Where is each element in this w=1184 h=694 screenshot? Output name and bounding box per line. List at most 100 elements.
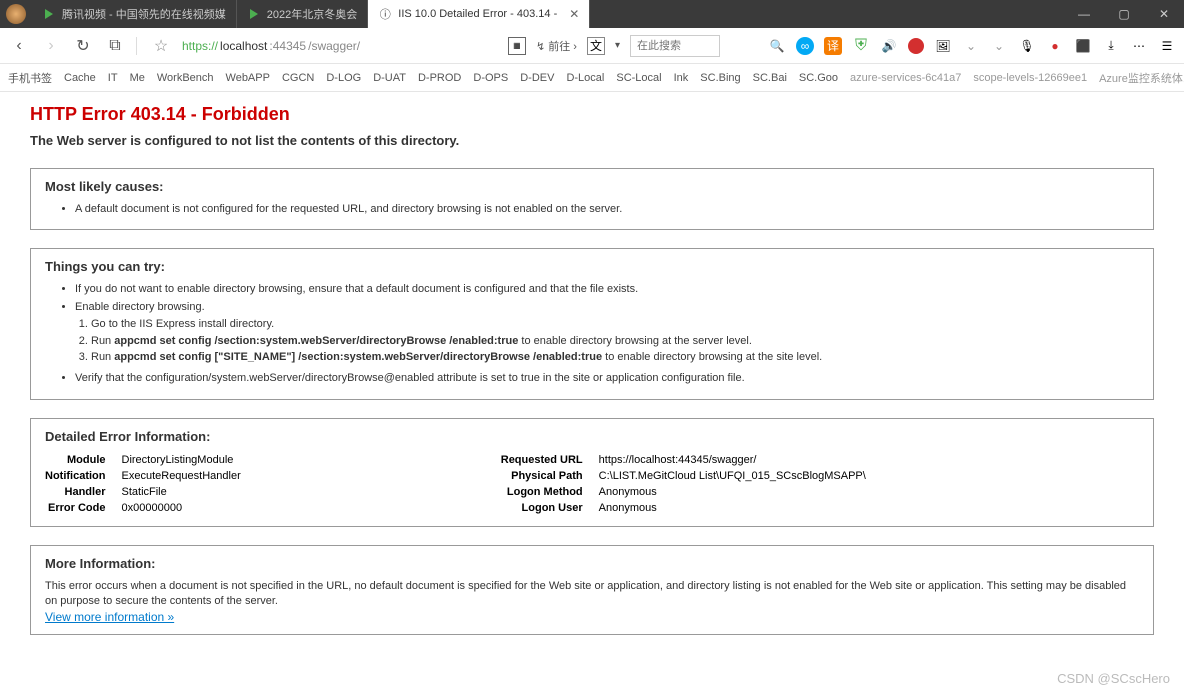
url-port: :44345: [269, 39, 306, 53]
bookmark-item[interactable]: SC-Local: [616, 72, 661, 84]
close-button[interactable]: ✕: [1144, 0, 1184, 28]
app-icon: [6, 4, 26, 24]
bookmark-item[interactable]: IT: [108, 72, 118, 84]
close-icon[interactable]: ✕: [569, 7, 579, 21]
browser-tab-3-active[interactable]: ⓘ IIS 10.0 Detailed Error - 403.14 - ✕: [368, 0, 590, 28]
bookmark-item[interactable]: SC.Bai: [753, 72, 787, 84]
more-info-link[interactable]: View more information »: [45, 610, 174, 624]
detail-label: Handler: [45, 484, 122, 500]
record-icon[interactable]: ●: [1046, 37, 1064, 55]
forward-button[interactable]: ›: [40, 35, 62, 57]
url-field[interactable]: https://localhost:44345/swagger/: [182, 39, 360, 53]
detail-label: Notification: [45, 468, 122, 484]
bookmark-item[interactable]: D-PROD: [418, 72, 461, 84]
bookmarks-bar: 手机书签 Cache IT Me WorkBench WebAPP CGCN D…: [0, 64, 1184, 92]
bookmark-item[interactable]: D-LOG: [326, 72, 361, 84]
detail-label: Physical Path: [501, 468, 599, 484]
browser-tab-2[interactable]: 2022年北京冬奥会: [237, 0, 368, 28]
more-icon[interactable]: ⋯: [1130, 37, 1148, 55]
tab-label: IIS 10.0 Detailed Error - 403.14 -: [398, 8, 557, 20]
try-step: Run appcmd set config ["SITE_NAME"] /sec…: [91, 350, 1139, 365]
infinity-icon[interactable]: ∞: [796, 37, 814, 55]
watermark: CSDN @SCscHero: [1057, 671, 1170, 686]
bookmark-item[interactable]: WorkBench: [157, 72, 214, 84]
red-ext-icon[interactable]: [908, 38, 924, 54]
qr-icon[interactable]: ▦: [508, 37, 526, 55]
bookmark-item[interactable]: SC.Goo: [799, 72, 838, 84]
browser-tab-1[interactable]: 腾讯视频 - 中国领先的在线视频媒: [32, 0, 237, 28]
detail-label: Logon Method: [501, 484, 599, 500]
detail-box: Detailed Error Information: ModuleDirect…: [30, 418, 1154, 527]
try-step: Run appcmd set config /section:system.we…: [91, 334, 1139, 349]
chevron-down-icon[interactable]: ⌄: [962, 37, 980, 55]
detail-label: Requested URL: [501, 452, 599, 468]
bookmark-item[interactable]: D-Local: [566, 72, 604, 84]
page-content: HTTP Error 403.14 - Forbidden The Web se…: [0, 92, 1184, 665]
try-step: Go to the IIS Express install directory.: [91, 317, 1139, 332]
play-icon: [247, 7, 261, 21]
url-host: localhost: [220, 39, 267, 53]
address-bar: ‹ › ↻ ⧉ ☆ https://localhost:44345/swagge…: [0, 28, 1184, 64]
bookmark-item[interactable]: Ink: [674, 72, 689, 84]
bookmark-item[interactable]: D-OPS: [473, 72, 508, 84]
detail-value: Anonymous: [599, 484, 866, 500]
back-button[interactable]: ‹: [8, 35, 30, 57]
bookmark-item[interactable]: WebAPP: [226, 72, 270, 84]
maximize-button[interactable]: ▢: [1104, 0, 1144, 28]
detail-label: Error Code: [45, 500, 122, 516]
more-info-text: This error occurs when a document is not…: [45, 579, 1139, 610]
detail-value: https://localhost:44345/swagger/: [599, 452, 866, 468]
bookmark-item[interactable]: SC.Bing: [700, 72, 740, 84]
detail-value: 0x00000000: [122, 500, 241, 516]
url-path: /swagger/: [308, 39, 360, 53]
try-bullet: Enable directory browsing.: [75, 300, 1139, 315]
causes-box: Most likely causes: A default document i…: [30, 168, 1154, 230]
shield-icon[interactable]: ⛨: [852, 37, 870, 55]
menu-icon[interactable]: ☰: [1158, 37, 1176, 55]
more-info-box: More Information: This error occurs when…: [30, 545, 1154, 635]
download-icon[interactable]: ⤓: [1102, 37, 1120, 55]
try-heading: Things you can try:: [45, 259, 1139, 274]
bookmark-item[interactable]: D-UAT: [373, 72, 406, 84]
bookmark-item[interactable]: scope-levels-12669ee1: [973, 72, 1087, 84]
more-info-heading: More Information:: [45, 556, 1139, 571]
search-input[interactable]: [630, 35, 720, 57]
error-subtitle: The Web server is configured to not list…: [30, 133, 1154, 148]
picture-icon[interactable]: 🖼: [934, 37, 952, 55]
detail-value: StaticFile: [122, 484, 241, 500]
try-bullet: Verify that the configuration/system.web…: [75, 371, 1139, 386]
try-bullet: If you do not want to enable directory b…: [75, 282, 1139, 297]
translate-ext-icon[interactable]: 译: [824, 37, 842, 55]
detail-value: ExecuteRequestHandler: [122, 468, 241, 484]
bookmark-star-icon[interactable]: ☆: [150, 35, 172, 57]
detail-value: C:\LIST.MeGitCloud List\UFQI_015_SCscBlo…: [599, 468, 866, 484]
tab-label: 腾讯视频 - 中国领先的在线视频媒: [62, 6, 226, 22]
detail-value: Anonymous: [599, 500, 866, 516]
try-box: Things you can try: If you do not want t…: [30, 248, 1154, 399]
reload-button[interactable]: ↻: [72, 35, 94, 57]
reader-icon[interactable]: ⧉: [104, 35, 126, 57]
chevron-down-icon-2[interactable]: ⌄: [990, 37, 1008, 55]
search-icon[interactable]: 🔍: [768, 37, 786, 55]
bookmark-item[interactable]: D-DEV: [520, 72, 554, 84]
bookmark-item[interactable]: Cache: [64, 72, 96, 84]
url-scheme: https://: [182, 39, 218, 53]
bookmark-item[interactable]: CGCN: [282, 72, 314, 84]
info-icon: ⓘ: [378, 7, 392, 21]
detail-heading: Detailed Error Information:: [45, 429, 1139, 444]
sound-icon[interactable]: 🔊: [880, 37, 898, 55]
bookmark-item[interactable]: azure-services-6c41a7: [850, 72, 961, 84]
play-icon: [42, 7, 56, 21]
bookmark-item[interactable]: 手机书签: [8, 70, 52, 86]
minimize-button[interactable]: —: [1064, 0, 1104, 28]
detail-label: Module: [45, 452, 122, 468]
bookmark-item[interactable]: Azure监控系统体系-3: [1099, 70, 1184, 86]
detail-label: Logon User: [501, 500, 599, 516]
window-title-bar: 腾讯视频 - 中国领先的在线视频媒 2022年北京冬奥会 ⓘ IIS 10.0 …: [0, 0, 1184, 28]
translate-icon[interactable]: 文: [587, 37, 605, 55]
error-title: HTTP Error 403.14 - Forbidden: [30, 104, 1154, 125]
bookmark-item[interactable]: Me: [130, 72, 145, 84]
extension-icon[interactable]: ⬛: [1074, 37, 1092, 55]
goto-label[interactable]: ↯ 前往 ›: [536, 38, 577, 54]
mic-icon[interactable]: 🎙: [1018, 37, 1036, 55]
